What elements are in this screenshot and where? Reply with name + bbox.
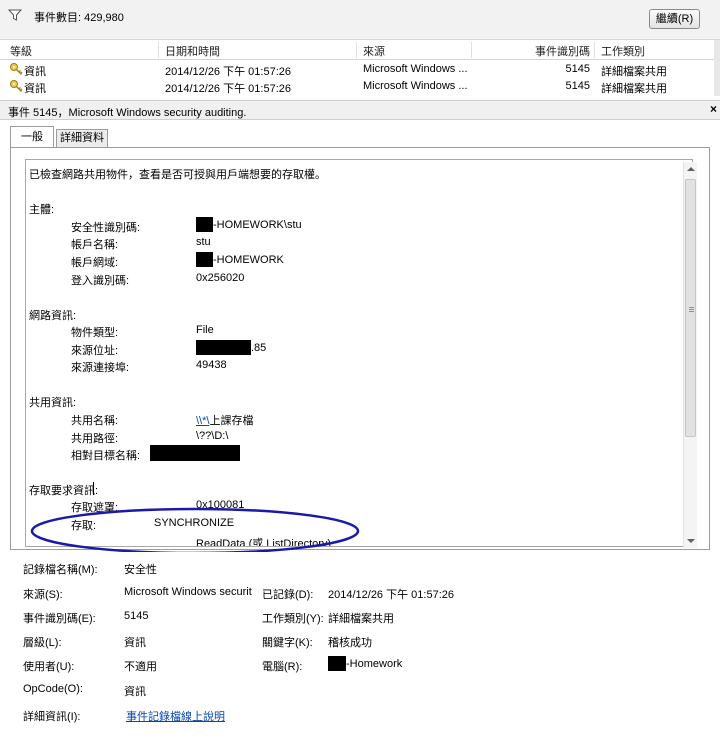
share-path-value: \??\D:\ bbox=[196, 430, 229, 442]
annotation-ellipse bbox=[30, 507, 360, 555]
opcode-label: OpCode(O): bbox=[23, 683, 83, 695]
column-header-task-category[interactable]: 工作類別 bbox=[601, 43, 645, 59]
column-header-level[interactable]: 等級 bbox=[10, 43, 32, 59]
source-port-value: 49438 bbox=[196, 359, 227, 371]
description-scrollbar[interactable] bbox=[683, 162, 697, 548]
share-header: 共用資訊: bbox=[29, 397, 77, 409]
key-icon bbox=[10, 80, 23, 92]
source-address-value: .85 bbox=[251, 342, 267, 354]
network-header: 網路資訊: bbox=[29, 310, 77, 322]
filter-icon bbox=[8, 9, 22, 21]
level-value: 資訊 bbox=[124, 637, 146, 649]
more-info-label: 詳細資訊(I): bbox=[23, 711, 81, 723]
object-type-label: 物件類型: bbox=[71, 327, 119, 339]
scroll-down-icon[interactable] bbox=[687, 539, 695, 543]
table-row[interactable]: 資訊 2014/12/26 下午 01:57:26 Microsoft Wind… bbox=[0, 61, 714, 78]
grid-scrollbar[interactable] bbox=[714, 40, 720, 96]
logged-label: 已記錄(D): bbox=[262, 589, 314, 601]
tab-details[interactable]: 詳細資料 bbox=[56, 129, 108, 148]
text-cursor bbox=[93, 482, 94, 495]
tab-general[interactable]: 一般 bbox=[10, 126, 54, 148]
clear-filter-button[interactable]: 繼續(R) bbox=[649, 9, 700, 29]
column-header-datetime[interactable]: 日期和時間 bbox=[165, 43, 220, 59]
general-panel: 已檢查網路共用物件，查看是否可授與用戶端想要的存取權。 主體: 安全性識別碼: … bbox=[10, 147, 710, 550]
row-datetime: 2014/12/26 下午 01:57:26 bbox=[165, 66, 291, 78]
column-header-event-id[interactable]: 事件識別碼 bbox=[478, 43, 590, 59]
more-info-link[interactable]: 事件記錄檔線上說明 bbox=[126, 708, 225, 724]
user-label: 使用者(U): bbox=[23, 661, 75, 673]
user-value: 不適用 bbox=[124, 661, 157, 673]
level-label: 層級(L): bbox=[23, 637, 62, 649]
task-category-value: 詳細檔案共用 bbox=[328, 613, 394, 625]
source-label: 來源(S): bbox=[23, 589, 63, 601]
event-grid-header: 等級 日期和時間 來源 事件識別碼 工作類別 bbox=[0, 40, 720, 60]
source-address-label: 來源位址: bbox=[71, 345, 119, 357]
event-count: 事件數目: 429,980 bbox=[34, 12, 124, 24]
logon-id-label: 登入識別碼: bbox=[71, 275, 130, 287]
row-level: 資訊 bbox=[24, 66, 46, 78]
row-source: Microsoft Windows ... bbox=[363, 63, 468, 75]
column-header-source[interactable]: 來源 bbox=[363, 43, 385, 59]
task-category-label: 工作類別(Y): bbox=[262, 613, 324, 625]
redaction-block bbox=[150, 445, 240, 461]
share-name-rest: 上課存檔 bbox=[209, 415, 254, 427]
share-path-label: 共用路徑: bbox=[71, 433, 119, 445]
opcode-value: 資訊 bbox=[124, 686, 146, 698]
description-intro: 已檢查網路共用物件，查看是否可授與用戶端想要的存取權。 bbox=[29, 169, 326, 181]
share-name-label: 共用名稱: bbox=[71, 415, 119, 427]
account-domain-label: 帳戶網域: bbox=[71, 257, 119, 269]
keywords-value: 稽核成功 bbox=[328, 637, 372, 649]
source-value: Microsoft Windows securit bbox=[124, 586, 252, 598]
row-task-category: 詳細檔案共用 bbox=[601, 66, 667, 78]
account-domain-value: -HOMEWORK bbox=[213, 254, 284, 266]
redaction-block bbox=[196, 340, 251, 355]
redaction-block bbox=[196, 217, 213, 232]
row-event-id: 5145 bbox=[565, 63, 590, 75]
account-name-value: stu bbox=[196, 236, 211, 248]
share-name-link[interactable]: \\*\ bbox=[196, 415, 209, 427]
security-id-label: 安全性識別碼: bbox=[71, 222, 141, 234]
computer-value: -Homework bbox=[346, 658, 403, 670]
redaction-block bbox=[328, 656, 346, 671]
row-level: 資訊 bbox=[24, 83, 46, 95]
relative-target-label: 相對目標名稱: bbox=[71, 450, 141, 462]
table-row[interactable]: 資訊 2014/12/26 下午 01:57:26 Microsoft Wind… bbox=[0, 78, 714, 95]
event-id-value: 5145 bbox=[124, 610, 149, 622]
keywords-label: 關鍵字(K): bbox=[262, 637, 313, 649]
key-icon bbox=[10, 63, 23, 75]
event-detail-header: 事件 5145，Microsoft Windows security audit… bbox=[0, 100, 720, 120]
row-event-id: 5145 bbox=[565, 80, 590, 92]
row-datetime: 2014/12/26 下午 01:57:26 bbox=[165, 83, 291, 95]
source-port-label: 來源連接埠: bbox=[71, 362, 130, 374]
log-name-label: 記錄檔名稱(M): bbox=[23, 564, 98, 576]
event-properties: 記錄檔名稱(M): 安全性 來源(S): Microsoft Windows s… bbox=[0, 552, 720, 745]
logged-value: 2014/12/26 下午 01:57:26 bbox=[328, 589, 454, 601]
filter-bar: 事件數目: 429,980 繼續(R) bbox=[0, 0, 720, 40]
security-id-value: -HOMEWORK\stu bbox=[213, 219, 302, 231]
redaction-block bbox=[196, 252, 213, 267]
row-task-category: 詳細檔案共用 bbox=[601, 83, 667, 95]
account-name-label: 帳戶名稱: bbox=[71, 239, 119, 251]
event-id-label: 事件識別碼(E): bbox=[23, 613, 96, 625]
scroll-up-icon[interactable] bbox=[687, 167, 695, 171]
log-name-value: 安全性 bbox=[124, 564, 157, 576]
access-header: 存取要求資訊: bbox=[29, 485, 99, 497]
object-type-value: File bbox=[196, 324, 214, 336]
close-icon[interactable]: × bbox=[710, 102, 717, 116]
row-source: Microsoft Windows ... bbox=[363, 80, 468, 92]
subject-header: 主體: bbox=[29, 204, 55, 216]
logon-id-value: 0x256020 bbox=[196, 272, 245, 284]
share-name-value: \\*\上課存檔 bbox=[196, 412, 253, 428]
computer-label: 電腦(R): bbox=[262, 661, 303, 673]
event-detail-title: 事件 5145，Microsoft Windows security audit… bbox=[8, 107, 247, 119]
event-description-box[interactable]: 已檢查網路共用物件，查看是否可授與用戶端想要的存取權。 主體: 安全性識別碼: … bbox=[25, 159, 693, 547]
scroll-thumb[interactable] bbox=[685, 179, 696, 437]
